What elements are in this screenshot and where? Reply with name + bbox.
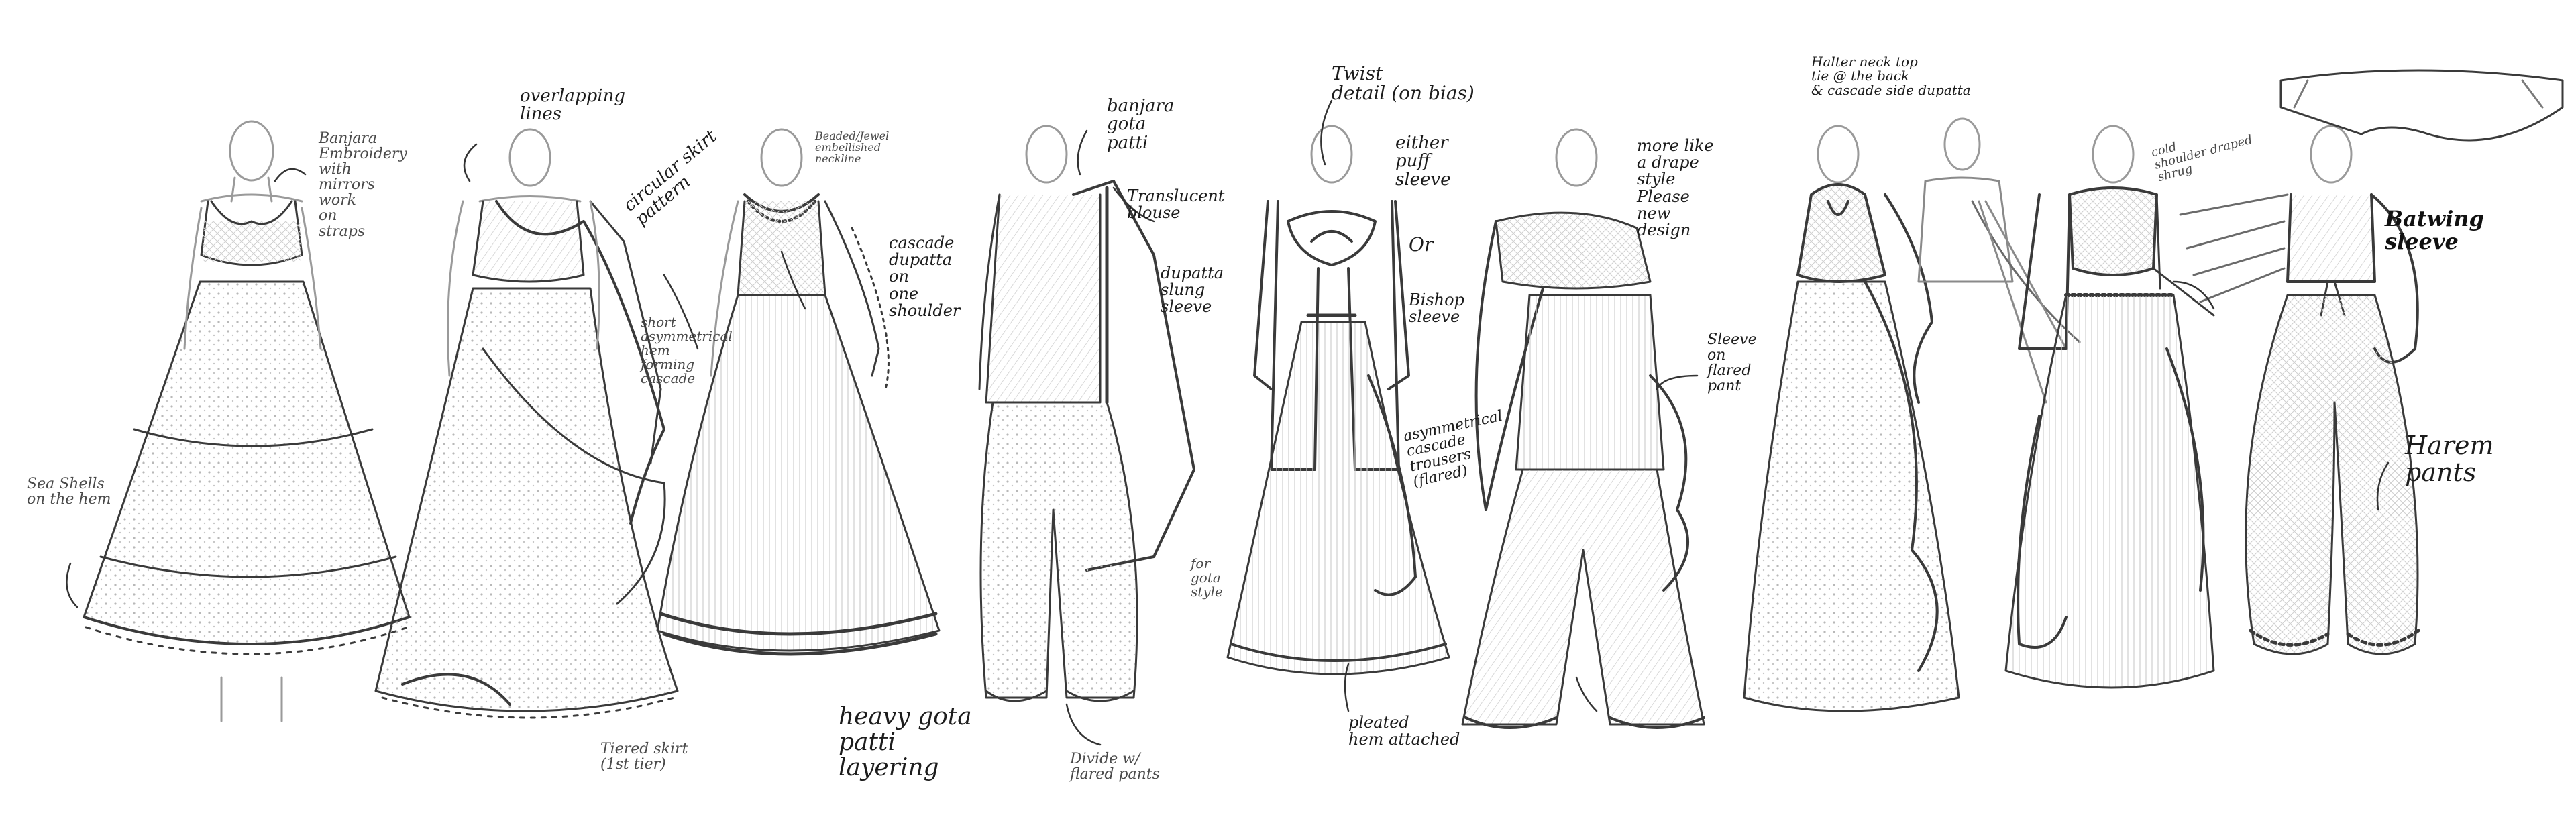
note-asymmetrical-hem: short asymmetrical hem forming cascade [641, 314, 733, 386]
note-pleated-hem: pleated hem attached [1348, 713, 1460, 749]
note-banjara-embroidery: Banjara Embroidery with mirrors work on … [319, 130, 407, 240]
figure-2-saree [374, 128, 679, 719]
note-sea-shells: Sea Shells on the hem [27, 476, 111, 508]
note-tiered-skirt: Tiered skirt (1st tier) [600, 741, 688, 773]
note-neckline: Beaded/Jewel embellished neckline [815, 129, 890, 165]
note-gota-style: for gota style [1191, 555, 1223, 600]
note-bishop-sleeve: Bishop sleeve [1409, 290, 1464, 327]
note-heavy-gota-patti: heavy gota patti layering [839, 703, 972, 781]
note-translucent-blouse: Translucent blouse [1127, 186, 1225, 223]
note-twist-detail: Twist detail (on bias) [1332, 62, 1474, 105]
note-sleeve-flared-pant: Sleeve on flared pant [1707, 331, 1757, 395]
note-drape-style: more like a drape style Please new desig… [1637, 136, 1714, 239]
note-puff-sleeve: either puff sleeve [1395, 133, 1451, 190]
note-overlapping-lines: overlapping lines [520, 86, 625, 125]
note-divide-pants: Divide w/ flared pants [1070, 751, 1160, 783]
note-halter-neck: Halter neck top tie @ the back & cascade… [1811, 54, 1971, 98]
note-batwing-sleeve: Batwing sleeve [2385, 206, 2484, 254]
note-cascade-dupatta: cascade dupatta on one shoulder [889, 233, 961, 320]
figure-5-crop-top-cascade [1226, 125, 1450, 675]
note-or: Or [1409, 233, 1434, 256]
note-dupatta-sleeve: dupatta slung sleeve [1161, 264, 1224, 317]
fashion-sketch-illustration [66, 69, 2564, 746]
sketch-sheet: Banjara Embroidery with mirrors work on … [0, 0, 2576, 815]
note-harem-pants: Harem pants [2405, 431, 2494, 487]
note-banjara-gota: banjara gota patti [1107, 96, 1175, 153]
figure-8-shrug [2004, 125, 2215, 689]
figure-3-anarkali [656, 128, 941, 656]
